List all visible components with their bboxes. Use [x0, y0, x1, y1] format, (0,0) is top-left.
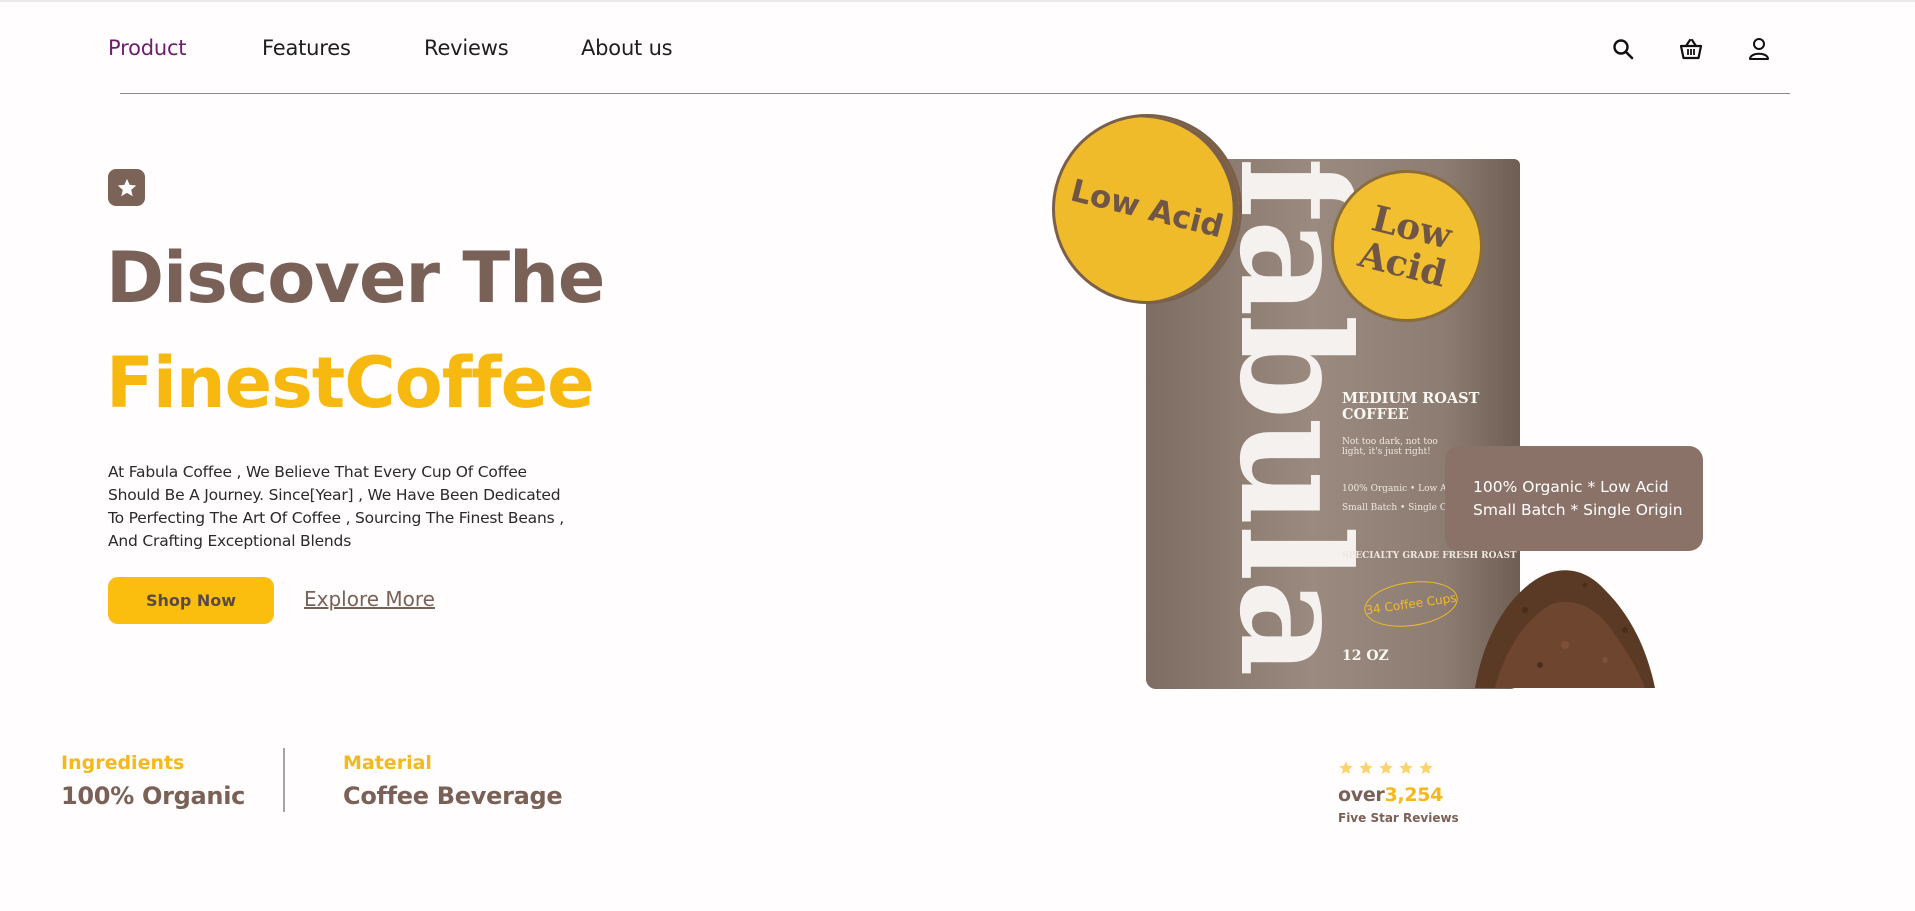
product-tooltip: 100% Organic * Low Acid Small Batch * Si…: [1445, 446, 1703, 551]
bag-title: MEDIUM ROAST COFFEE: [1342, 390, 1480, 423]
star-icon: [1339, 761, 1353, 774]
ingredients-label: Ingredients: [61, 752, 185, 774]
material-label: Material: [343, 752, 432, 774]
hero-description: At Fabula Coffee , We Believe That Every…: [108, 463, 564, 550]
star-icon: [1359, 761, 1373, 774]
nav-product[interactable]: Product: [108, 36, 187, 60]
material-value: Coffee Beverage: [343, 782, 563, 810]
tooltip-line2: Small Batch * Single Origin: [1473, 501, 1683, 519]
headline-line1: Discover The: [106, 237, 605, 319]
ingredients-value: 100% Organic: [61, 782, 246, 810]
star-icon: [1399, 761, 1413, 774]
shop-now-button[interactable]: Shop Now: [108, 577, 274, 624]
bag-tagline: Not too dark, not too light, it's just r…: [1342, 437, 1438, 457]
reviews-prefix: over: [1338, 784, 1385, 806]
nav-features[interactable]: Features: [262, 36, 351, 60]
headline-line2: FinestCoffee: [106, 342, 595, 424]
top-border: [0, 0, 1915, 2]
basket-icon[interactable]: [1678, 36, 1704, 62]
star-badge: [108, 169, 145, 206]
bag-features-1: 100% Organic • Low Acid: [1342, 484, 1461, 494]
explore-more-link[interactable]: Explore More: [304, 587, 435, 611]
nav-divider: [120, 93, 1790, 94]
reviews-count: over3,254: [1338, 784, 1443, 806]
search-icon[interactable]: [1610, 36, 1636, 62]
star-icon: [1379, 761, 1393, 774]
star-icon: [117, 178, 136, 196]
coffee-grounds: [1475, 570, 1655, 688]
rating-stars: [1338, 760, 1434, 776]
reviews-number: 3,254: [1384, 784, 1444, 806]
star-icon: [1419, 761, 1433, 774]
bag-seal-text: Low Acid: [1354, 197, 1456, 296]
low-acid-seal-text: Low Acid: [1067, 172, 1227, 246]
bag-weight: 12 OZ: [1342, 648, 1389, 664]
nav-about-us[interactable]: About us: [581, 36, 673, 60]
nav-reviews[interactable]: Reviews: [424, 36, 509, 60]
stats-divider: [283, 748, 285, 812]
reviews-caption: Five Star Reviews: [1338, 811, 1459, 825]
tooltip-line1: 100% Organic * Low Acid: [1473, 478, 1669, 496]
user-icon[interactable]: [1746, 36, 1772, 62]
